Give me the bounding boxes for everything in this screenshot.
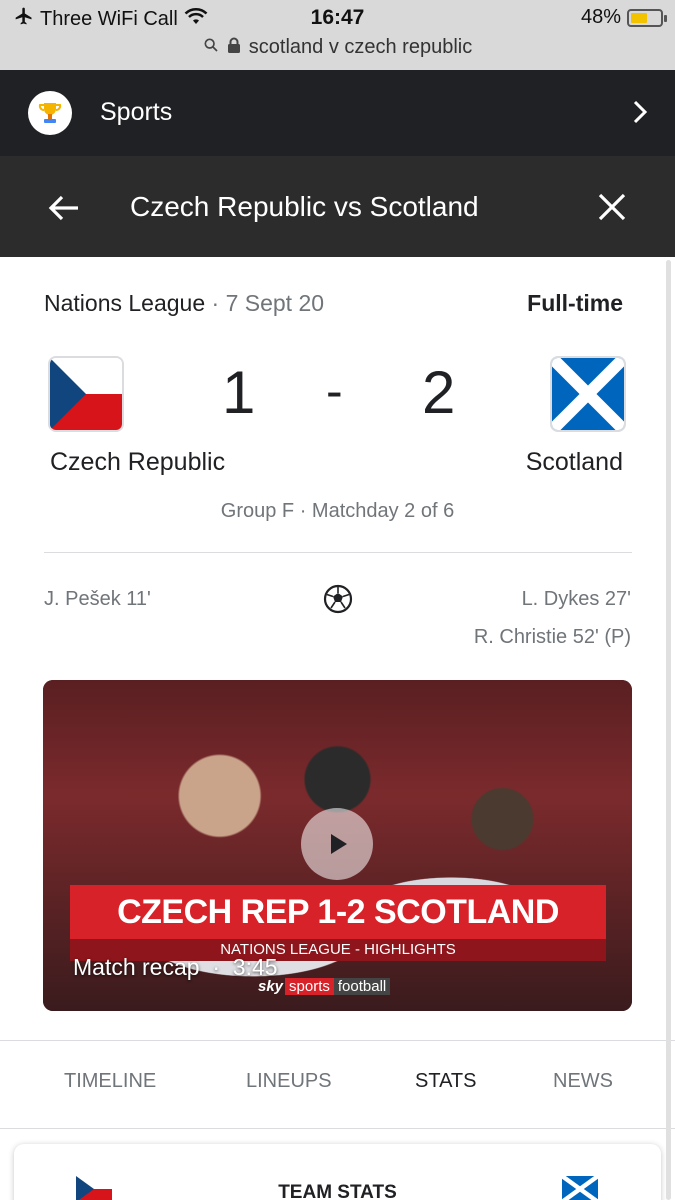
away-score: 2: [422, 359, 456, 426]
highlights-video[interactable]: CZECH REP 1-2 SCOTLAND NATIONS LEAGUE - …: [43, 680, 632, 1011]
home-team-name[interactable]: Czech Republic: [50, 448, 225, 477]
url-text: scotland v czech republic: [248, 36, 473, 58]
search-icon: [203, 36, 219, 59]
score-separator: -: [326, 363, 343, 419]
tab-lineups[interactable]: LINEUPS: [246, 1070, 332, 1093]
back-arrow-icon[interactable]: [46, 190, 82, 226]
video-caption: Match recap · 3:45: [73, 954, 278, 980]
tab-timeline[interactable]: TIMELINE: [64, 1070, 156, 1093]
match-date: 7 Sept 20: [225, 290, 325, 316]
sports-title: Sports: [100, 98, 173, 126]
video-label: Match recap: [73, 954, 200, 980]
sports-bar[interactable]: Sports: [0, 70, 675, 156]
match-header: Czech Republic vs Scotland: [0, 156, 675, 257]
away-scorer: R. Christie 52' (P): [473, 626, 631, 648]
away-team-name[interactable]: Scotland: [526, 448, 623, 477]
scotland-flag-icon: [562, 1176, 598, 1200]
scrollbar[interactable]: [666, 260, 671, 1200]
match-tabs: TIMELINE LINEUPS STATS NEWS: [0, 1070, 675, 1100]
trophy-icon: [28, 91, 72, 135]
competition-info: Nations League · 7 Sept 20: [44, 290, 325, 316]
status-bar: Three WiFi Call 16:47 48% scotland v cze…: [0, 0, 675, 70]
home-score: 1: [222, 359, 256, 426]
video-banner-title: CZECH REP 1-2 SCOTLAND: [70, 885, 606, 939]
match-status: Full-time: [527, 290, 623, 316]
url-bar[interactable]: scotland v czech republic: [0, 36, 675, 59]
tab-stats[interactable]: STATS: [415, 1070, 476, 1093]
divider: [0, 1040, 675, 1041]
battery-percent: 48%: [580, 6, 621, 28]
tab-news[interactable]: NEWS: [553, 1070, 613, 1093]
team-stats-card: TEAM STATS: [14, 1144, 661, 1200]
away-scorer: L. Dykes 27': [521, 588, 631, 610]
football-icon: [323, 584, 353, 614]
divider: [44, 552, 632, 553]
czech-flag-icon[interactable]: [48, 356, 124, 432]
play-icon[interactable]: [301, 808, 373, 880]
close-icon[interactable]: [597, 192, 627, 222]
home-scorer: J. Pešek 11': [44, 588, 151, 610]
battery-status: 48%: [580, 6, 667, 29]
competition-name[interactable]: Nations League: [44, 290, 205, 316]
lock-icon: [227, 36, 241, 59]
header-title: Czech Republic vs Scotland: [130, 191, 479, 222]
scotland-flag-icon[interactable]: [550, 356, 626, 432]
group-info: Group F · Matchday 2 of 6: [220, 500, 455, 522]
broadcaster-logo: sky sports football: [258, 976, 391, 996]
clock: 16:47: [310, 6, 365, 29]
chevron-right-icon[interactable]: [631, 98, 649, 131]
divider: [0, 1128, 675, 1129]
battery-icon: [627, 8, 667, 27]
